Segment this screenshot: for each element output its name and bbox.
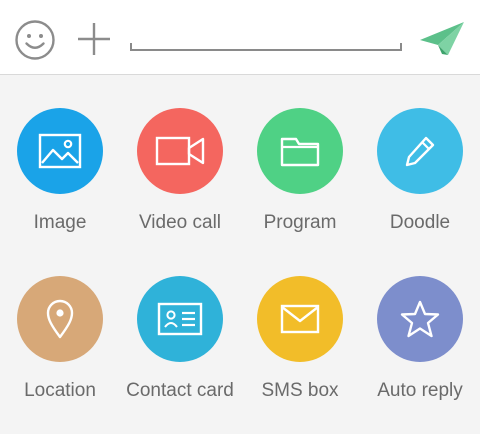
action-label: Program — [263, 212, 337, 233]
action-location[interactable]: Location — [0, 276, 120, 402]
emoji-button[interactable] — [14, 19, 56, 61]
action-label: SMS box — [261, 380, 339, 401]
envelope-icon — [280, 304, 320, 334]
map-pin-icon — [46, 299, 74, 339]
video-camera-icon — [155, 136, 205, 166]
location-circle — [17, 276, 103, 362]
message-input[interactable] — [130, 26, 402, 51]
action-auto-reply[interactable]: Auto reply — [360, 276, 480, 402]
star-icon — [400, 300, 440, 338]
image-circle — [17, 108, 103, 194]
id-card-icon — [157, 302, 203, 336]
send-button[interactable] — [418, 18, 466, 58]
action-grid: Image Video call Program Doodle Location… — [0, 75, 480, 434]
auto-reply-circle — [377, 276, 463, 362]
action-video-call[interactable]: Video call — [120, 108, 240, 234]
image-icon — [38, 133, 82, 169]
sms-box-circle — [257, 276, 343, 362]
video-call-circle — [137, 108, 223, 194]
action-label: Image — [33, 212, 87, 233]
action-image[interactable]: Image — [0, 108, 120, 234]
doodle-circle — [377, 108, 463, 194]
smiley-icon — [15, 20, 55, 60]
action-contact-card[interactable]: Contact card — [120, 276, 240, 402]
action-label: Contact card — [126, 380, 234, 401]
action-program[interactable]: Program — [240, 108, 360, 234]
program-circle — [257, 108, 343, 194]
pencil-icon — [405, 136, 435, 167]
action-sms-box[interactable]: SMS box — [240, 276, 360, 402]
action-label: Video call — [138, 212, 222, 233]
contact-card-circle — [137, 276, 223, 362]
folder-icon — [280, 137, 320, 167]
action-label: Auto reply — [377, 380, 463, 401]
action-label: Doodle — [389, 212, 451, 233]
message-field-wrap — [130, 26, 402, 51]
action-label: Location — [24, 380, 96, 401]
action-doodle[interactable]: Doodle — [360, 108, 480, 234]
add-attachment-button[interactable] — [75, 20, 113, 58]
composer-bar — [0, 0, 480, 75]
paper-plane-icon — [420, 22, 464, 55]
plus-icon — [78, 23, 110, 55]
